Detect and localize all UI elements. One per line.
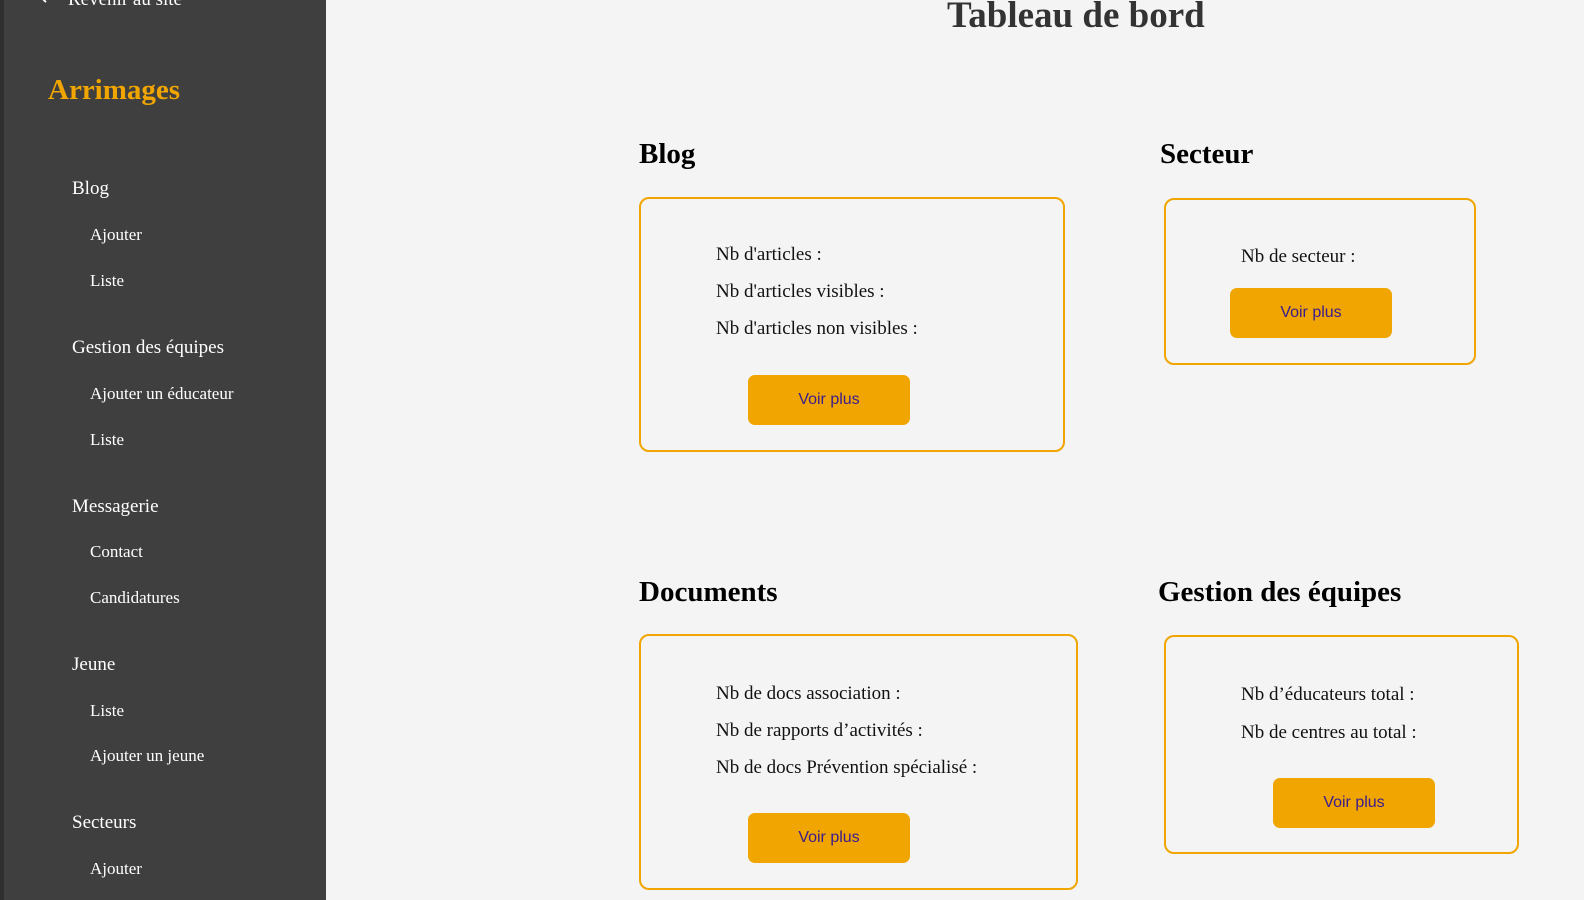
stat-nb-educateurs: Nb d’éducateurs total : — [1241, 684, 1415, 705]
sidebar: ↩Revenir au site Arrimages Blog Ajouter … — [0, 0, 326, 900]
blog-card: Nb d'articles : Nb d'articles visibles :… — [639, 197, 1065, 452]
section-title-gestion-equipes: Gestion des équipes — [1158, 576, 1402, 608]
back-to-site-link[interactable]: ↩Revenir au site — [40, 0, 182, 11]
page-title: Tableau de bord — [947, 0, 1205, 36]
sidebar-item-jeune[interactable]: Jeune — [72, 654, 115, 676]
sidebar-item-gestion-equipes[interactable]: Gestion des équipes — [72, 337, 224, 359]
sidebar-item-blog[interactable]: Blog — [72, 178, 109, 200]
sidebar-item-blog-liste[interactable]: Liste — [90, 271, 124, 291]
sidebar-item-secteurs[interactable]: Secteurs — [72, 812, 136, 834]
sidebar-item-candidatures[interactable]: Candidatures — [90, 588, 180, 608]
stat-nb-rapports-activites: Nb de rapports d’activités : — [716, 720, 923, 741]
documents-card: Nb de docs association : Nb de rapports … — [639, 634, 1078, 890]
brand-logo-text: Arrimages — [48, 74, 181, 106]
equipes-voir-plus-button[interactable]: Voir plus — [1273, 778, 1435, 828]
secteur-voir-plus-button[interactable]: Voir plus — [1230, 288, 1392, 338]
back-arrow-icon: ↩ — [40, 0, 68, 11]
secteur-card: Nb de secteur : Voir plus — [1164, 198, 1476, 365]
sidebar-item-ajouter-jeune[interactable]: Ajouter un jeune — [90, 746, 204, 766]
sidebar-item-ajouter-educateur[interactable]: Ajouter un éducateur — [90, 384, 234, 404]
stat-nb-articles-non-visibles: Nb d'articles non visibles : — [716, 318, 918, 339]
sidebar-item-messagerie[interactable]: Messagerie — [72, 496, 159, 518]
stat-nb-secteur: Nb de secteur : — [1241, 246, 1356, 267]
section-title-secteur: Secteur — [1160, 138, 1254, 170]
stat-nb-articles: Nb d'articles : — [716, 244, 822, 265]
back-to-site-label: Revenir au site — [68, 0, 182, 10]
stat-nb-docs-prevention: Nb de docs Prévention spécialisé : — [716, 757, 978, 778]
sidebar-item-equipes-liste[interactable]: Liste — [90, 430, 124, 450]
equipes-card: Nb d’éducateurs total : Nb de centres au… — [1164, 635, 1519, 854]
documents-voir-plus-button[interactable]: Voir plus — [748, 813, 910, 863]
stat-nb-centres: Nb de centres au total : — [1241, 722, 1417, 743]
section-title-blog: Blog — [639, 138, 696, 170]
sidebar-item-secteurs-ajouter[interactable]: Ajouter — [90, 859, 142, 879]
blog-voir-plus-button[interactable]: Voir plus — [748, 375, 910, 425]
stat-nb-articles-visibles: Nb d'articles visibles : — [716, 281, 885, 302]
sidebar-item-blog-ajouter[interactable]: Ajouter — [90, 225, 142, 245]
stat-nb-docs-association: Nb de docs association : — [716, 683, 901, 704]
section-title-documents: Documents — [639, 576, 778, 608]
sidebar-item-contact[interactable]: Contact — [90, 542, 143, 562]
sidebar-item-jeune-liste[interactable]: Liste — [90, 701, 124, 721]
